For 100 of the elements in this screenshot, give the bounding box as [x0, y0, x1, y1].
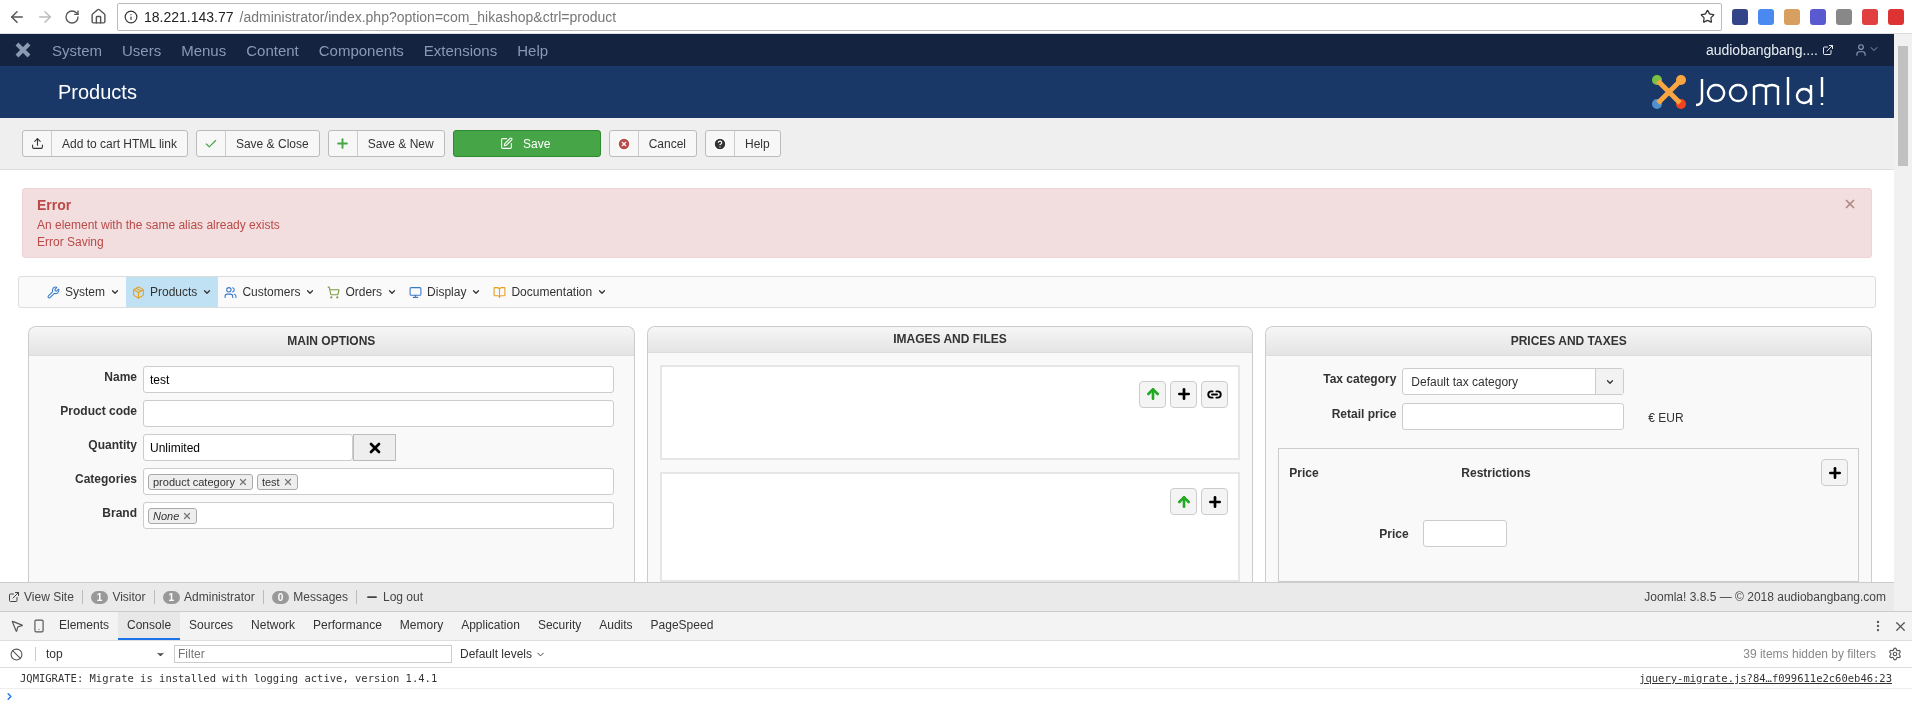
- devtools-tab[interactable]: Console: [118, 612, 181, 640]
- component-menu-item[interactable]: Customers: [218, 277, 322, 307]
- extension-icon[interactable]: [1888, 8, 1904, 25]
- context-select[interactable]: top: [35, 647, 166, 661]
- field-label: Name: [103, 369, 137, 386]
- menu-item[interactable]: Help: [517, 41, 549, 59]
- plus-icon: [1826, 464, 1843, 481]
- tag: None: [148, 507, 198, 524]
- tax-category-select[interactable]: Default tax category: [1402, 368, 1625, 395]
- console-message: JQMIGRATE: Migrate is installed with logging active, version 1.4.1: [20, 672, 438, 684]
- tag-field[interactable]: None: [143, 502, 614, 529]
- source-link[interactable]: jquery-migrate.js?84…f099611e2c60eb46:23: [1639, 672, 1892, 684]
- status-counter[interactable]: 1 Visitor: [90, 590, 146, 604]
- tag: test: [256, 473, 298, 490]
- remove-icon[interactable]: [237, 476, 248, 487]
- menu-item[interactable]: Components: [318, 41, 404, 59]
- toolbar-button[interactable]: Save & Close: [195, 130, 320, 157]
- caret-icon: [471, 287, 482, 297]
- menu-item[interactable]: Menus: [181, 41, 227, 59]
- toolbar-button[interactable]: Help: [705, 130, 781, 157]
- count-badge: 1: [90, 590, 109, 604]
- component-menu-item[interactable]: Orders: [321, 277, 404, 307]
- plus-icon: [1206, 493, 1223, 510]
- add-button[interactable]: [1821, 459, 1848, 486]
- field-label: Tax category: [1322, 371, 1397, 386]
- price-field[interactable]: [1423, 520, 1508, 547]
- devtools-tab[interactable]: Performance: [304, 612, 391, 640]
- panel-title: IMAGES AND FILES: [647, 327, 1253, 353]
- toolbar-button[interactable]: Save & New: [327, 130, 445, 157]
- monitor-icon: [409, 285, 423, 299]
- wrench-icon: [47, 285, 60, 299]
- price-field[interactable]: [1402, 403, 1625, 430]
- add-button[interactable]: [1201, 488, 1229, 516]
- caret-icon: [387, 287, 398, 297]
- book-icon: [493, 285, 507, 299]
- component-menu-item[interactable]: Display: [403, 277, 488, 307]
- menu-item[interactable]: Users: [122, 41, 162, 59]
- add-button[interactable]: [1170, 380, 1198, 408]
- devtools-tab[interactable]: Audits: [590, 612, 642, 640]
- remove-icon[interactable]: [182, 510, 193, 521]
- filter-field[interactable]: Filter: [174, 645, 452, 663]
- devtools-tab[interactable]: Sources: [180, 612, 243, 640]
- box-icon: [132, 285, 145, 299]
- address-bar[interactable]: 18.221.143.77 /administrator/index.php?option=com_hikashop&ctrl=product: [117, 2, 1722, 31]
- tag: product category: [148, 473, 253, 490]
- extension-icon[interactable]: [1732, 8, 1748, 25]
- component-menu-item[interactable]: System: [41, 277, 126, 307]
- field-label: Product code: [59, 403, 137, 420]
- alert-message: An element with the same alias already exists: [37, 218, 281, 232]
- field-label: Price: [1379, 526, 1410, 541]
- status-counter[interactable]: 0 Messages: [271, 590, 348, 604]
- devtools-tab[interactable]: Application: [452, 612, 529, 640]
- devtools-tab[interactable]: PageSpeed: [641, 612, 723, 640]
- star-icon[interactable]: [1700, 9, 1715, 24]
- counter-label: Administrator: [184, 590, 255, 604]
- text-field[interactable]: test: [143, 366, 614, 393]
- tag-field[interactable]: product category test: [143, 468, 614, 495]
- info-icon[interactable]: [124, 9, 138, 24]
- panel-title: PRICES AND TAXES: [1266, 327, 1871, 356]
- quantity-field[interactable]: Unlimited: [143, 434, 353, 461]
- alert-heading: Error: [37, 197, 73, 213]
- component-menu-item[interactable]: Products: [126, 277, 219, 307]
- scrollbar[interactable]: [1894, 34, 1912, 611]
- user-icon[interactable]: [1854, 43, 1880, 57]
- toolbar-button[interactable]: Cancel: [608, 130, 698, 157]
- devtools-tab[interactable]: Security: [528, 612, 591, 640]
- extension-icon[interactable]: [1810, 8, 1826, 25]
- external-link-icon: [1822, 44, 1834, 56]
- remove-icon[interactable]: [282, 476, 293, 487]
- devtools-tab[interactable]: Network: [242, 612, 305, 640]
- field-label: Quantity: [87, 437, 137, 454]
- arrow-up-icon: [1175, 493, 1192, 510]
- field-label: Categories: [73, 471, 137, 488]
- devtools-tab[interactable]: Elements: [50, 612, 119, 640]
- column-header: Price: [1289, 465, 1320, 480]
- hidden-items-note: 39 items hidden by filters: [1743, 647, 1876, 661]
- external-link-icon: [8, 591, 20, 603]
- devtools-tab[interactable]: Memory: [390, 612, 453, 640]
- text-field[interactable]: [143, 400, 614, 427]
- site-link[interactable]: audiobangbang....: [1705, 42, 1834, 58]
- reload-icon[interactable]: [64, 8, 80, 25]
- version-text: Joomla! 3.8.5 — © 2018 audiobangbang.com: [1644, 590, 1886, 604]
- link-button[interactable]: [1201, 380, 1229, 408]
- toolbar-button[interactable]: Add to cart HTML link: [22, 130, 188, 157]
- caret-icon: [1595, 369, 1624, 394]
- currency-label: € EUR: [1647, 410, 1685, 425]
- extension-icon[interactable]: [1862, 8, 1878, 25]
- clear-button[interactable]: [353, 434, 396, 461]
- home-icon[interactable]: [90, 8, 107, 25]
- panel-title: MAIN OPTIONS: [29, 327, 634, 356]
- joomla-icon[interactable]: [14, 41, 32, 59]
- menu-item[interactable]: Content: [246, 41, 299, 59]
- arrow-up-icon: [1144, 386, 1161, 403]
- status-counter[interactable]: 1 Administrator: [162, 590, 255, 604]
- component-menu-item[interactable]: Documentation: [487, 277, 614, 307]
- menu-item[interactable]: System: [52, 41, 102, 59]
- logout-link[interactable]: Log out: [365, 590, 424, 604]
- menu-item[interactable]: Extensions: [423, 41, 498, 59]
- view-site-link[interactable]: View Site: [8, 590, 74, 604]
- levels-dropdown[interactable]: Default levels: [460, 647, 547, 661]
